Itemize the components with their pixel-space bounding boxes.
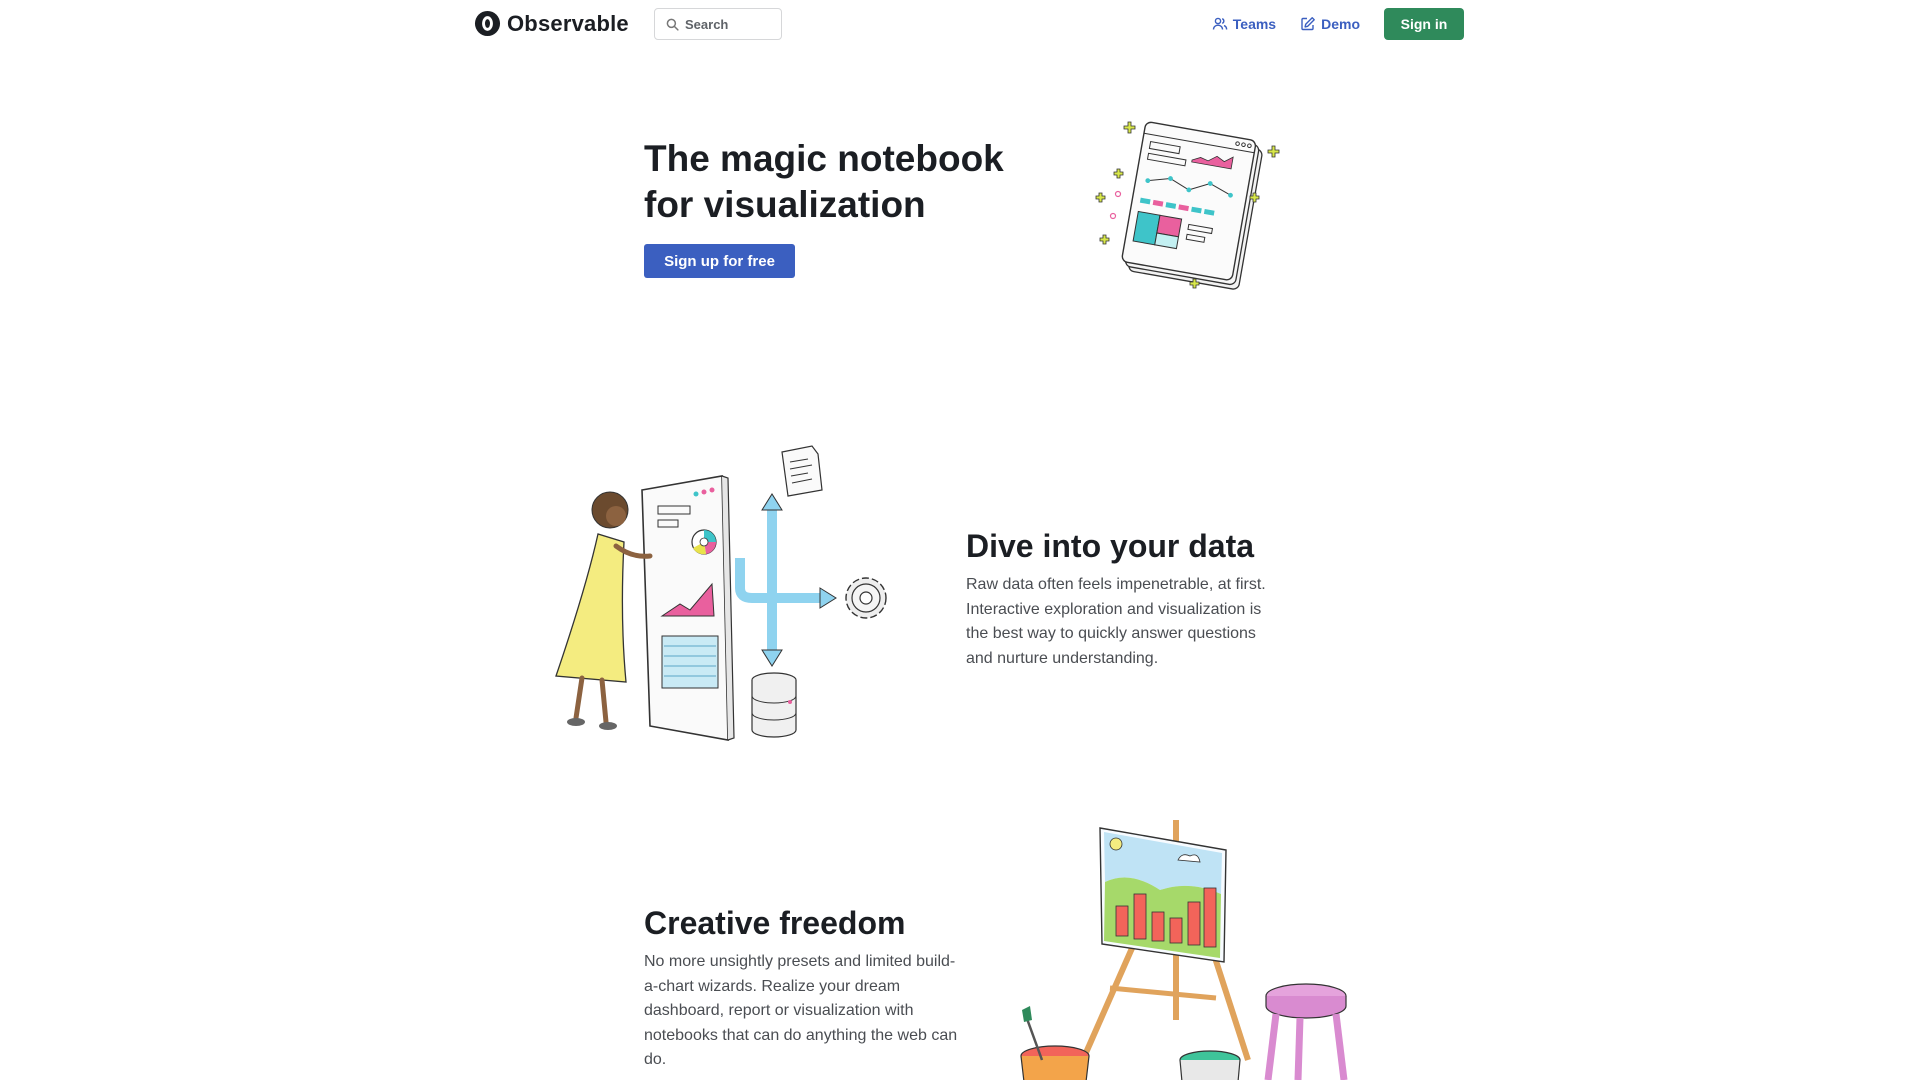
section-text-dive: Raw data often feels impenetrable, at fi… <box>966 576 1266 667</box>
brand-logo-link[interactable]: Observable <box>474 10 629 37</box>
hero-title-line1: The magic notebook <box>644 138 1004 179</box>
hero-title-line2: for visualization <box>644 184 926 225</box>
notebook-illustration <box>1095 121 1280 290</box>
data-exploration-illustration <box>555 445 887 741</box>
nav-teams-link[interactable]: Teams <box>1212 16 1276 32</box>
signin-button[interactable]: Sign in <box>1384 8 1464 40</box>
users-icon <box>1212 17 1228 30</box>
section-title-dive: Dive into your data <box>966 528 1255 564</box>
brand-name: Observable <box>507 10 629 36</box>
header-nav: Teams Demo Sign in <box>1212 8 1464 40</box>
signup-free-button[interactable]: Sign up for free <box>644 244 795 278</box>
observable-logo-icon <box>474 10 501 37</box>
nav-demo-link[interactable]: Demo <box>1300 16 1360 32</box>
section-text-creative: No more unsightly presets and limited bu… <box>644 953 958 1068</box>
top-header: Observable Teams Demo Sign in <box>0 0 1920 48</box>
search-input[interactable] <box>685 16 775 32</box>
search-box[interactable] <box>654 8 782 40</box>
nav-teams-label: Teams <box>1232 16 1277 32</box>
easel-painting-illustration <box>1020 820 1348 1080</box>
edit-icon <box>1301 17 1315 31</box>
hero-title: The magic notebook for visualization <box>644 136 1064 228</box>
section-title-creative: Creative freedom <box>644 905 906 941</box>
nav-demo-label: Demo <box>1321 16 1360 32</box>
search-icon <box>666 18 679 31</box>
